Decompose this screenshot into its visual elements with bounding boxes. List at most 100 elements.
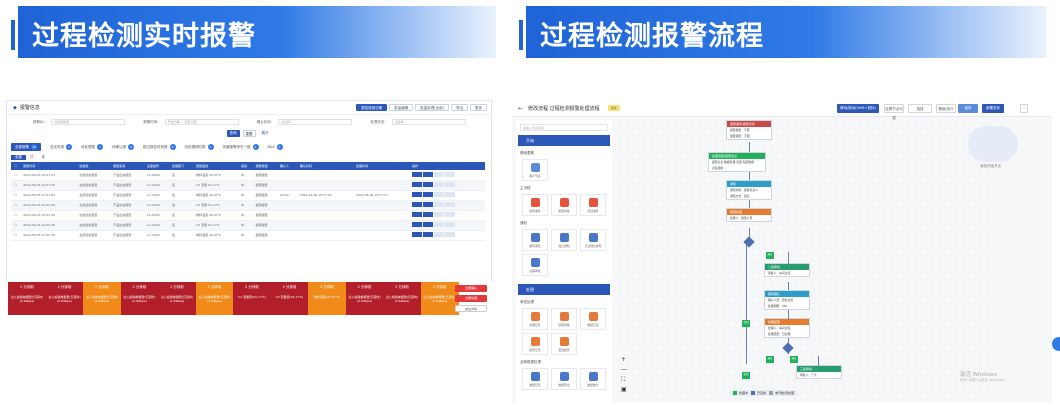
node-search-input[interactable]: 请输入节点名称 [520,124,608,131]
alarm-tab[interactable]: 总实时报 1 [50,143,72,150]
table-row[interactable]: ☐ 2024-06-05 10:57:05 在线巡检报警 产品出站报警 LC-0000 班… [11,180,485,191]
toolbar-button[interactable]: 批量编辑 [389,104,414,111]
select-all-checkbox[interactable]: ☐ [11,162,20,170]
flow-node[interactable]: 处理流程/报警信息 报警信息 数据处理 温度/湿度数据 对应措施 [708,152,766,172]
row-action-button[interactable] [445,182,456,187]
row-action-button[interactable] [423,202,434,207]
branch-label[interactable]: 通过 [766,252,774,259]
sub-tab[interactable]: 未 [38,155,50,160]
row-action-button[interactable] [412,171,423,177]
row-action-button[interactable] [423,171,434,177]
sub-tab[interactable]: 全部 [11,155,26,160]
alarm-card[interactable]: 2 分钟前 过入检验前报警(已延时)(2.69Kpa) [195,282,234,315]
library-node[interactable]: 处理记录 [522,308,548,330]
toolbar-button[interactable]: 更多 [470,104,487,111]
library-node[interactable]: 数据导出 [551,368,577,390]
flow-node[interactable]: 通知 通知对象：报警负责人 通知方式：短信 [726,180,772,200]
row-action-button[interactable] [423,232,434,237]
designer-toolbar-button[interactable]: ··· [1020,104,1028,113]
row-action-button[interactable] [434,171,445,177]
row-action-button[interactable] [445,171,456,177]
flow-node[interactable]: 二级审批 审批人：车间主任 [764,263,810,277]
designer-toolbar-button[interactable]: 撤销/执行 [936,104,956,113]
designer-toolbar-button[interactable]: 全屏节点可视 [884,104,904,120]
row-checkbox[interactable]: ☐ [11,230,21,241]
library-node[interactable]: 报警内容 [551,194,577,216]
side-scroll-button[interactable] [1052,337,1060,351]
flow-node[interactable]: 处理结果 处理人：车间主任 处理结果：已处理 [764,318,810,338]
row-action-button[interactable] [412,192,423,197]
alarm-side-button[interactable]: 前往详情 [455,305,487,312]
row-action-button[interactable] [434,232,445,237]
alarm-card[interactable]: 2 分钟前 过入检验前报警(已延时)(2.69Kpa) [383,282,421,315]
alarm-tab[interactable]: 待处理超时报 1 [185,143,214,150]
alarm-card[interactable]: 2 分钟前 过入检验前报警(已延时)(2.69Kpa) [420,282,459,315]
designer-toolbar-button[interactable]: 选择 [908,104,932,113]
zoom-control[interactable]: ⛶ [621,375,627,385]
alarm-card[interactable]: 2 分钟前 过入检验前报警(已延时)(2.69Kpa) [345,282,384,315]
alarm-card[interactable]: 2 分钟前 过入检验前报警(已延时)(2.69Kpa) [158,282,196,315]
alarm-tab[interactable]: 待处理报 1 [81,143,103,150]
toolbar-button[interactable]: 报告检验日期 [356,104,388,111]
row-action-button[interactable] [423,192,434,197]
table-row[interactable]: ☐ 2024-06-05 10:57:05 在线巡检报警 产品出站报警 LC-0000 班… [11,170,485,181]
alarm-card[interactable]: 2 分钟前 V2 流量值(52.17%) [233,282,271,315]
library-node[interactable]: 流程审批 [522,254,548,276]
row-action-button[interactable] [434,212,445,217]
row-action-button[interactable] [412,222,423,227]
filter-input[interactable]: 请选择报警 [51,119,126,125]
branch-label[interactable]: 驳回 [742,320,750,327]
table-row[interactable]: ☐ 2024-06-05 10:55:45 在线巡检报警 产品出站报警 LC-0000 班… [11,230,485,241]
row-checkbox[interactable]: ☐ [11,190,21,201]
row-checkbox[interactable]: ☐ [11,180,21,191]
alarm-tab[interactable]: 超过报告时效报 4 [143,143,176,150]
designer-toolbar-button[interactable]: 部署发布 [982,104,1004,113]
branch-label[interactable]: 通过 [766,356,774,363]
row-checkbox[interactable]: ☐ [11,220,21,231]
flow-canvas[interactable]: 报警事件/报警条件 报警类型：不限 报警级别：不限处理流程/报警信息 报警信息 数据处… [618,120,992,402]
row-action-button[interactable] [445,222,456,227]
library-node[interactable]: 数据记录 [580,308,606,330]
branch-label[interactable]: 通过 [790,356,798,363]
library-node[interactable]: 数据记录 [522,368,548,390]
row-action-button[interactable] [445,192,456,197]
row-action-button[interactable] [423,182,434,187]
alarm-tab[interactable]: BAX 1 [268,143,283,150]
reset-button[interactable]: 重置 [242,130,256,137]
row-action-button[interactable] [434,202,445,207]
alarm-card[interactable]: 2 分钟前 过入检验前报警(已延时)(2.69Kpa) [8,282,46,315]
start-section[interactable]: 开始 [518,135,610,146]
library-node[interactable]: 报告记录 [522,333,548,355]
alarm-tab[interactable]: 关键报警停不一致 1 [223,143,259,150]
library-node[interactable]: 延迟事件 [580,194,606,216]
row-action-button[interactable] [445,202,456,207]
library-node[interactable]: 数据统计 [580,368,606,390]
designer-toolbar-button[interactable]: 移动/拖动(Shift+鼠标) [837,104,879,113]
row-checkbox[interactable]: ☐ [11,170,21,181]
filter-input[interactable]: 请选择 [391,119,466,125]
flow-node[interactable]: 三级审批 审批人：厂长 [796,365,842,379]
designer-toolbar-button[interactable]: 保存 [958,104,978,113]
library-node[interactable]: 用户节点 [522,159,548,181]
row-action-button[interactable] [412,212,423,217]
expand-link[interactable]: 展开 [259,130,272,137]
alarm-card[interactable]: 2 分钟前 过入检验前报警(已延时)(2.69Kpa) [120,282,159,315]
library-node[interactable]: 短信通知 [551,229,577,251]
row-action-button[interactable] [423,222,434,227]
branch-label[interactable]: 驳回 [742,372,750,379]
alarm-side-button[interactable]: 全部处理 [455,295,487,302]
library-node[interactable]: 企业微信通知 [580,229,606,251]
row-checkbox[interactable]: ☐ [11,210,21,221]
row-action-button[interactable] [434,222,445,227]
library-node[interactable]: 报警事件 [522,194,548,216]
library-node[interactable]: 处理流程 [551,308,577,330]
row-action-button[interactable] [445,212,456,217]
library-node[interactable]: 更改报告 [551,333,577,355]
filter-input[interactable]: 请选择 [278,119,353,125]
search-button[interactable]: 查询 [226,130,240,137]
flow-node[interactable]: 报警事件/报警条件 报警类型：不限 报警级别：不限 [726,120,772,140]
library-node[interactable]: 邮件通知 [522,229,548,251]
toolbar-button[interactable]: 批量处理(全部) [415,104,449,111]
alarm-side-button[interactable]: 全部确认 [455,285,487,292]
alarm-tab[interactable]: 待确认报 4 [112,143,134,150]
